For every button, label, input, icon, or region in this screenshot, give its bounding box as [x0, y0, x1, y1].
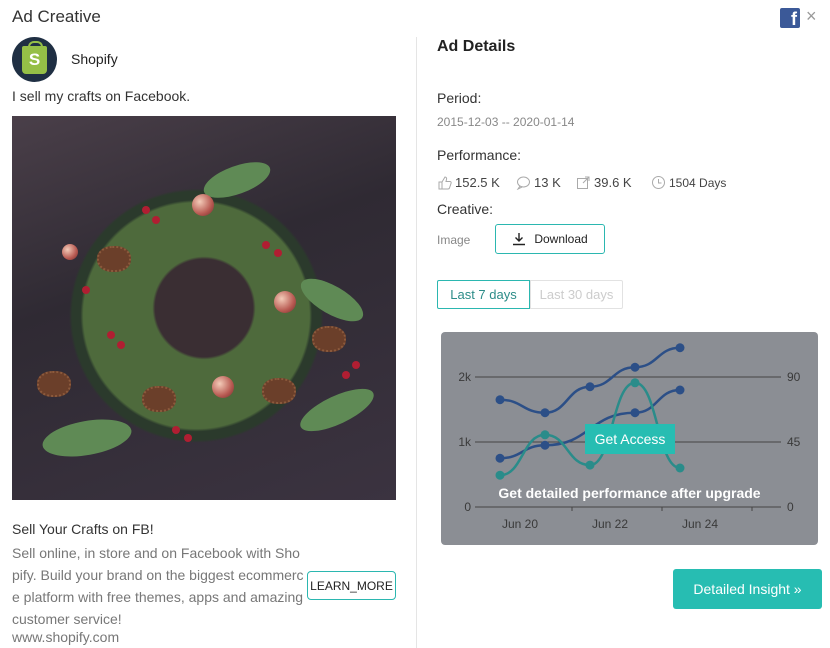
facebook-icon: f	[780, 8, 800, 28]
series-point	[630, 362, 640, 372]
series-point	[675, 385, 685, 395]
series-point	[675, 463, 685, 473]
creative-type: Image	[437, 233, 471, 247]
y-right-tick-label: 0	[787, 500, 794, 514]
cta-title: Sell Your Crafts on FB!	[12, 521, 154, 537]
series-point	[675, 343, 685, 353]
likes-metric: 152.5 K	[437, 175, 500, 190]
period-label: Period:	[437, 90, 482, 106]
clock-icon	[652, 176, 665, 189]
y-left-tick-label: 2k	[458, 370, 472, 384]
tab-last-7-days[interactable]: Last 7 days	[437, 280, 530, 309]
series-point	[540, 408, 550, 418]
series-line	[499, 346, 681, 415]
likes-value: 152.5 K	[455, 175, 500, 190]
series-point	[630, 408, 640, 418]
days-metric: 1504 Days	[651, 175, 726, 190]
learn-more-button[interactable]: LEARN_MORE	[307, 571, 396, 600]
avatar-glyph: S	[28, 50, 41, 69]
creative-label: Creative:	[437, 201, 494, 217]
like-icon	[438, 176, 452, 190]
detailed-insight-button[interactable]: Detailed Insight »	[673, 569, 822, 609]
dialog-title: Ad Creative	[12, 7, 101, 26]
y-left-tick-label: 0	[464, 500, 471, 514]
shares-metric: 39.6 K	[576, 175, 632, 190]
comment-icon	[516, 176, 530, 190]
column-divider	[416, 37, 417, 648]
page-name: Shopify	[71, 51, 118, 67]
series-point	[585, 460, 595, 470]
comments-value: 13 K	[534, 175, 561, 190]
series-point	[495, 470, 505, 480]
x-tick-label: Jun 22	[592, 517, 628, 531]
tab-last-30-days[interactable]: Last 30 days	[530, 280, 623, 309]
days-value: 1504 Days	[669, 175, 727, 190]
series-point	[540, 440, 550, 450]
performance-label: Performance:	[437, 147, 522, 163]
series-point	[495, 395, 505, 405]
download-icon	[513, 233, 526, 246]
download-button[interactable]: Download	[495, 224, 605, 254]
facebook-glyph: f	[791, 9, 797, 29]
download-label: Download	[534, 232, 588, 246]
details-title: Ad Details	[437, 38, 516, 55]
ad-text: I sell my crafts on Facebook.	[12, 88, 191, 104]
comments-metric: 13 K	[516, 175, 561, 190]
shares-value: 39.6 K	[594, 175, 632, 190]
close-icon[interactable]: ×	[806, 6, 817, 27]
series-point	[630, 378, 640, 388]
series-point	[495, 453, 505, 463]
cta-url: www.shopify.com	[12, 629, 120, 645]
period-value: 2015-12-03 -- 2020-01-14	[437, 115, 575, 129]
x-tick-label: Jun 20	[502, 517, 538, 531]
x-tick-label: Jun 24	[682, 517, 718, 531]
series-point	[585, 382, 595, 392]
y-right-tick-label: 45	[787, 435, 801, 449]
ad-image	[12, 116, 396, 500]
y-right-tick-label: 90	[787, 370, 801, 384]
series-point	[540, 430, 550, 440]
y-left-tick-label: 1k	[458, 435, 472, 449]
avatar: S	[12, 37, 57, 82]
get-access-button[interactable]: Get Access	[585, 424, 675, 454]
share-icon	[577, 176, 590, 189]
shopify-bag-icon: S	[22, 41, 47, 74]
cta-body: Sell online, in store and on Facebook wi…	[12, 545, 304, 627]
upgrade-text: Get detailed performance after upgrade	[498, 485, 761, 501]
